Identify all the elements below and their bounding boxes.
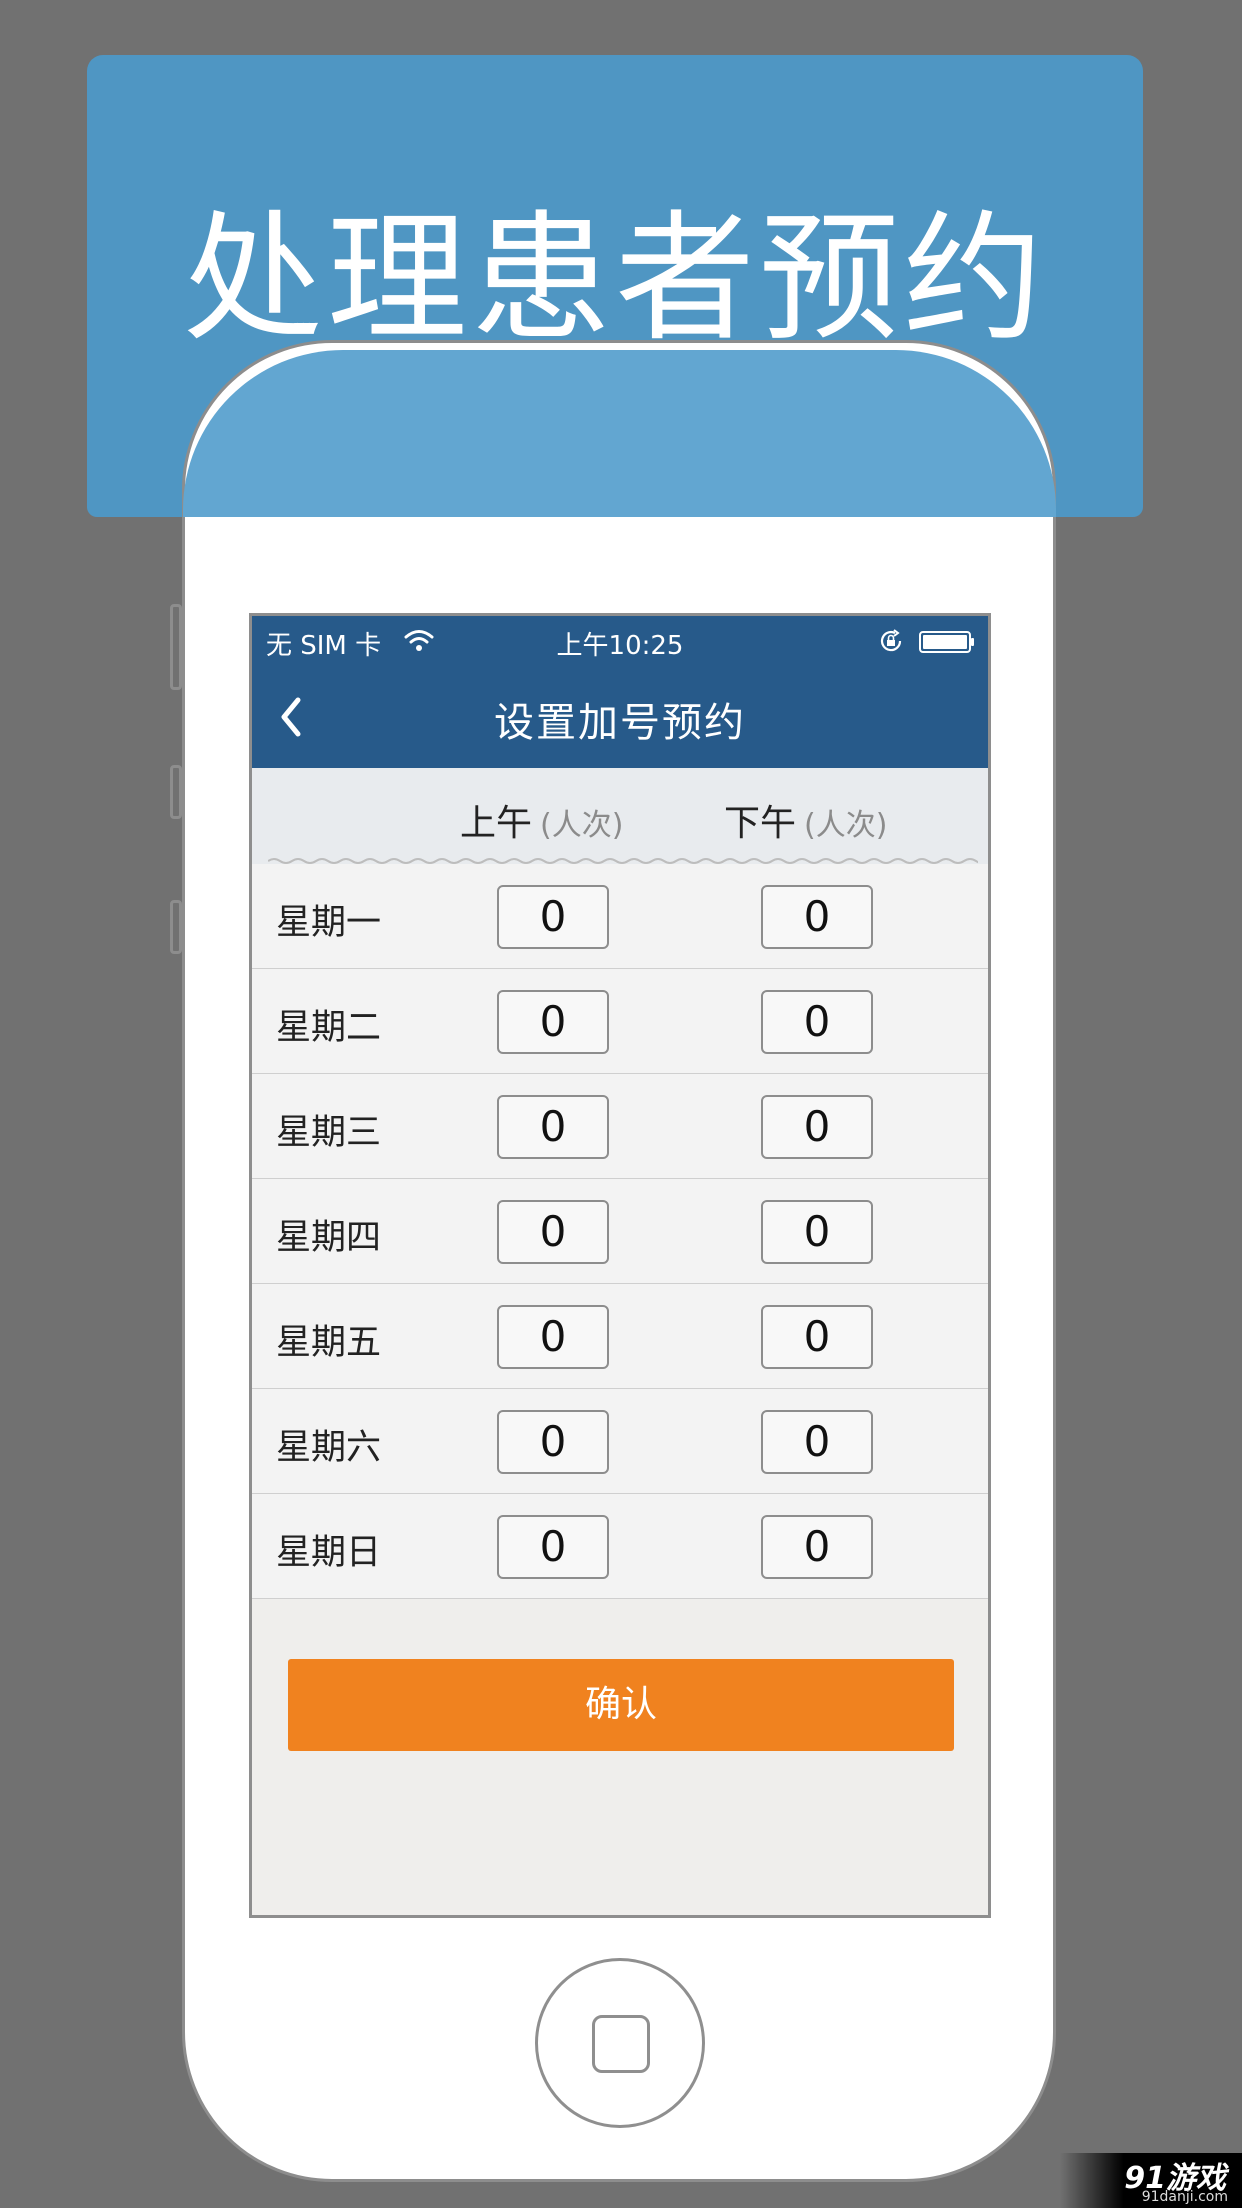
mute-switch: [170, 604, 182, 690]
volume-down-button: [170, 900, 182, 954]
column-header-am-unit: (人次): [540, 808, 624, 843]
home-button[interactable]: [535, 1958, 705, 2128]
column-header-am: 上午 (人次): [460, 794, 623, 846]
pm-count-field[interactable]: 0: [761, 1410, 873, 1474]
am-count-field[interactable]: 0: [497, 990, 609, 1054]
pm-count-field[interactable]: 0: [761, 990, 873, 1054]
weekday-label: 星期六: [276, 1428, 382, 1468]
pm-count-field[interactable]: 0: [761, 1095, 873, 1159]
weekday-label: 星期二: [276, 1008, 382, 1048]
pm-count-field[interactable]: 0: [761, 1305, 873, 1369]
am-count-field[interactable]: 0: [497, 1305, 609, 1369]
pm-count-field[interactable]: 0: [761, 1515, 873, 1579]
table-row: 星期六 0 0: [252, 1389, 988, 1494]
column-header: 上午 (人次) 下午 (人次): [252, 768, 988, 864]
column-header-pm-label: 下午: [724, 803, 797, 844]
am-count-field[interactable]: 0: [497, 1410, 609, 1474]
status-bar: 无 SIM 卡 上午10:25: [252, 616, 988, 666]
weekday-label: 星期三: [276, 1113, 382, 1153]
banner-dome: [183, 350, 1056, 517]
watermark-url: 91danji.com: [1141, 2189, 1228, 2205]
am-count-field[interactable]: 0: [497, 1200, 609, 1264]
nav-bar: 设置加号预约: [252, 666, 988, 768]
watermark: 91游戏 91danji.com: [1060, 2153, 1242, 2208]
volume-up-button: [170, 765, 182, 819]
battery-icon: [919, 631, 974, 653]
table-row: 星期二 0 0: [252, 969, 988, 1074]
am-count-field[interactable]: 0: [497, 1095, 609, 1159]
banner-title: 处理患者预约: [182, 198, 1047, 361]
schedule-table: 星期一 0 0 星期二 0 0 星期三 0 0 星期四 0 0 星期五 0 0 …: [252, 864, 988, 1599]
table-row: 星期一 0 0: [252, 864, 988, 969]
column-header-pm: 下午 (人次): [724, 794, 887, 846]
table-row: 星期五 0 0: [252, 1284, 988, 1389]
column-header-am-label: 上午: [460, 803, 533, 844]
pm-count-field[interactable]: 0: [761, 1200, 873, 1264]
confirm-button[interactable]: 确认: [288, 1659, 954, 1751]
table-row: 星期日 0 0: [252, 1494, 988, 1599]
column-header-pm-unit: (人次): [804, 808, 888, 843]
weekday-label: 星期五: [276, 1323, 382, 1363]
table-row: 星期三 0 0: [252, 1074, 988, 1179]
weekday-label: 星期日: [276, 1533, 382, 1573]
am-count-field[interactable]: 0: [497, 885, 609, 949]
page-title: 设置加号预约: [494, 700, 746, 746]
weekday-label: 星期一: [276, 903, 382, 943]
table-row: 星期四 0 0: [252, 1179, 988, 1284]
rotation-lock-icon: [880, 629, 902, 652]
weekday-label: 星期四: [276, 1218, 382, 1258]
pm-count-field[interactable]: 0: [761, 885, 873, 949]
phone-screen: 无 SIM 卡 上午10:25 设置加号预约 上午 (人次) 下午 (人次) 星…: [249, 613, 991, 1918]
home-square-icon: [592, 2015, 650, 2073]
am-count-field[interactable]: 0: [497, 1515, 609, 1579]
